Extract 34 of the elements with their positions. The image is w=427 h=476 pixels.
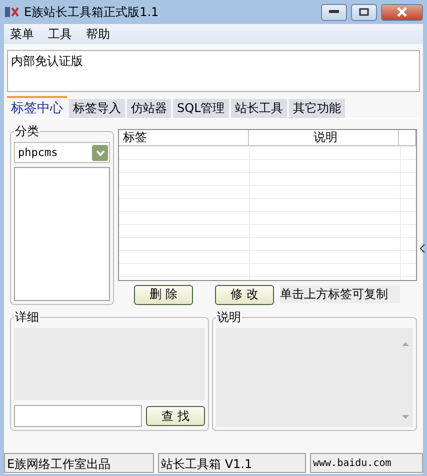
close-icon <box>396 7 408 17</box>
column-header[interactable]: 标签 <box>119 130 249 145</box>
category-list[interactable] <box>14 167 110 301</box>
tab[interactable]: 标签导入 <box>69 99 125 118</box>
tab[interactable]: 站长工具 <box>230 99 287 118</box>
dropdown-icon <box>92 144 108 160</box>
search-button[interactable]: 查 找 <box>146 406 205 426</box>
search-field[interactable] <box>14 405 142 427</box>
tab[interactable]: SQL管理 <box>173 99 229 118</box>
status-panel: E族网络工作室出品 <box>4 453 154 473</box>
maximize-button[interactable] <box>351 4 377 20</box>
menu-item[interactable]: 帮助 <box>86 26 110 42</box>
tab[interactable]: 仿站器 <box>127 99 171 118</box>
menu-item[interactable]: 菜单 <box>10 26 34 42</box>
maximize-icon <box>359 8 369 16</box>
edit-button[interactable]: 修 改 <box>215 284 274 305</box>
tab[interactable]: 其它功能 <box>288 99 345 118</box>
category-dropdown[interactable]: phpcms <box>14 142 110 163</box>
window-title: E族站长工具箱正式版1.1 <box>24 4 160 20</box>
group-title: 说明 <box>216 309 242 326</box>
app-icon <box>4 5 20 19</box>
group-title: 分类 <box>14 123 40 140</box>
hint-text: 单击上方标签可复制 <box>280 286 400 304</box>
group-title: 详细 <box>14 309 40 326</box>
menu-item[interactable]: 工具 <box>48 26 72 42</box>
notice-box: 内部免认证版 <box>7 50 420 92</box>
minimize-button[interactable] <box>321 4 347 20</box>
column-header[interactable]: 说明 <box>249 130 399 145</box>
delete-button[interactable]: 删 除 <box>134 284 193 305</box>
caret-icon[interactable] <box>420 244 425 253</box>
close-button[interactable] <box>381 4 423 20</box>
status-panel: 站长工具箱 V1.1 <box>158 453 306 473</box>
status-panel: www.baidu.com <box>310 453 423 473</box>
minimize-icon <box>329 10 339 14</box>
